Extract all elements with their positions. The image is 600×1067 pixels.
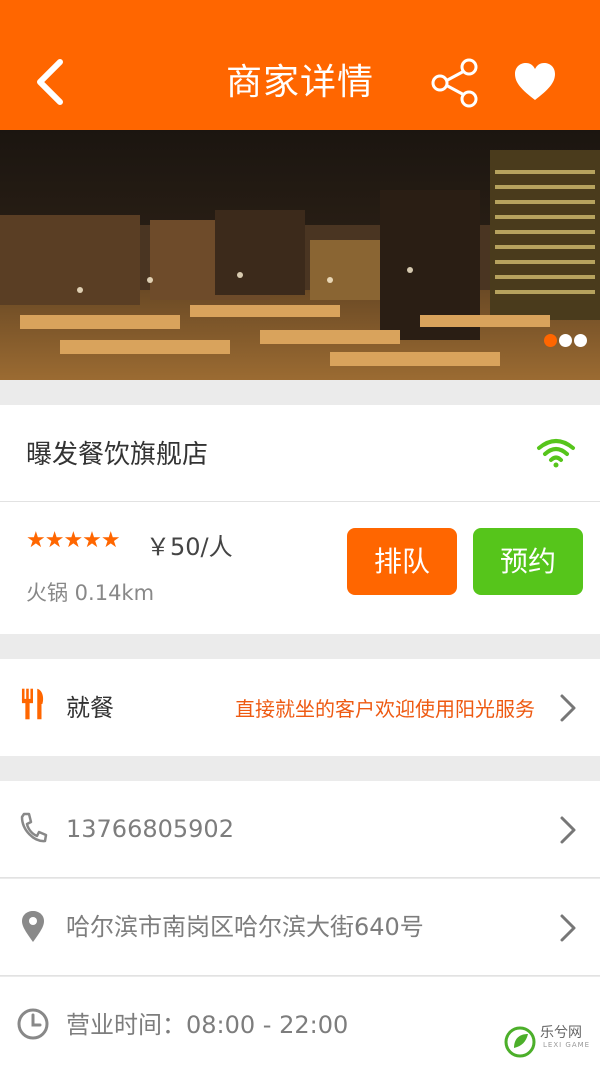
address-row[interactable]: 哈尔滨市南岗区哈尔滨大街640号 bbox=[0, 879, 600, 976]
queue-button[interactable]: 排队 bbox=[347, 528, 457, 595]
price-per-person: ￥50/人 bbox=[146, 533, 233, 561]
clock-icon bbox=[17, 1008, 49, 1040]
chevron-right-icon bbox=[560, 694, 576, 722]
chevron-right-icon bbox=[560, 816, 576, 844]
business-hours: 营业时间：08:00 - 22:00 bbox=[66, 1011, 349, 1039]
category-distance: 火锅 0.14km bbox=[26, 581, 155, 605]
fork-knife-icon bbox=[21, 688, 44, 720]
carousel-dot bbox=[559, 334, 572, 347]
shop-info-section: ★★★★★ ￥50/人 火锅 0.14km 排队 预约 bbox=[0, 502, 600, 634]
carousel-dot bbox=[574, 334, 587, 347]
address-text: 哈尔滨市南岗区哈尔滨大街640号 bbox=[66, 913, 424, 941]
restaurant-interior-image bbox=[0, 130, 600, 380]
reserve-button[interactable]: 预约 bbox=[473, 528, 583, 595]
watermark-brand: 乐兮网 bbox=[540, 1025, 582, 1041]
heart-icon[interactable] bbox=[512, 60, 558, 106]
shop-name-row: 曝发餐饮旗舰店 bbox=[0, 405, 600, 502]
location-pin-icon bbox=[22, 911, 44, 942]
shop-name: 曝发餐饮旗舰店 bbox=[26, 440, 209, 470]
carousel-indicator bbox=[544, 334, 587, 347]
dining-promo-text: 直接就坐的客户欢迎使用阳光服务 bbox=[235, 697, 535, 721]
phone-row[interactable]: 13766805902 bbox=[0, 781, 600, 878]
dining-label: 就餐 bbox=[66, 694, 114, 722]
header-bar: 商家详情 bbox=[0, 0, 600, 130]
dining-row[interactable]: 就餐 直接就坐的客户欢迎使用阳光服务 bbox=[0, 659, 600, 756]
banner-carousel[interactable] bbox=[0, 130, 600, 380]
page-title: 商家详情 bbox=[225, 62, 374, 103]
chevron-right-icon bbox=[560, 914, 576, 942]
phone-number: 13766805902 bbox=[66, 815, 234, 843]
carousel-dot-active bbox=[544, 334, 557, 347]
watermark-sub: LEXI GAME bbox=[543, 1041, 591, 1049]
share-icon[interactable] bbox=[428, 56, 482, 110]
rating-stars: ★★★★★ bbox=[26, 528, 121, 553]
wifi-icon bbox=[537, 439, 575, 468]
phone-icon bbox=[20, 812, 48, 843]
